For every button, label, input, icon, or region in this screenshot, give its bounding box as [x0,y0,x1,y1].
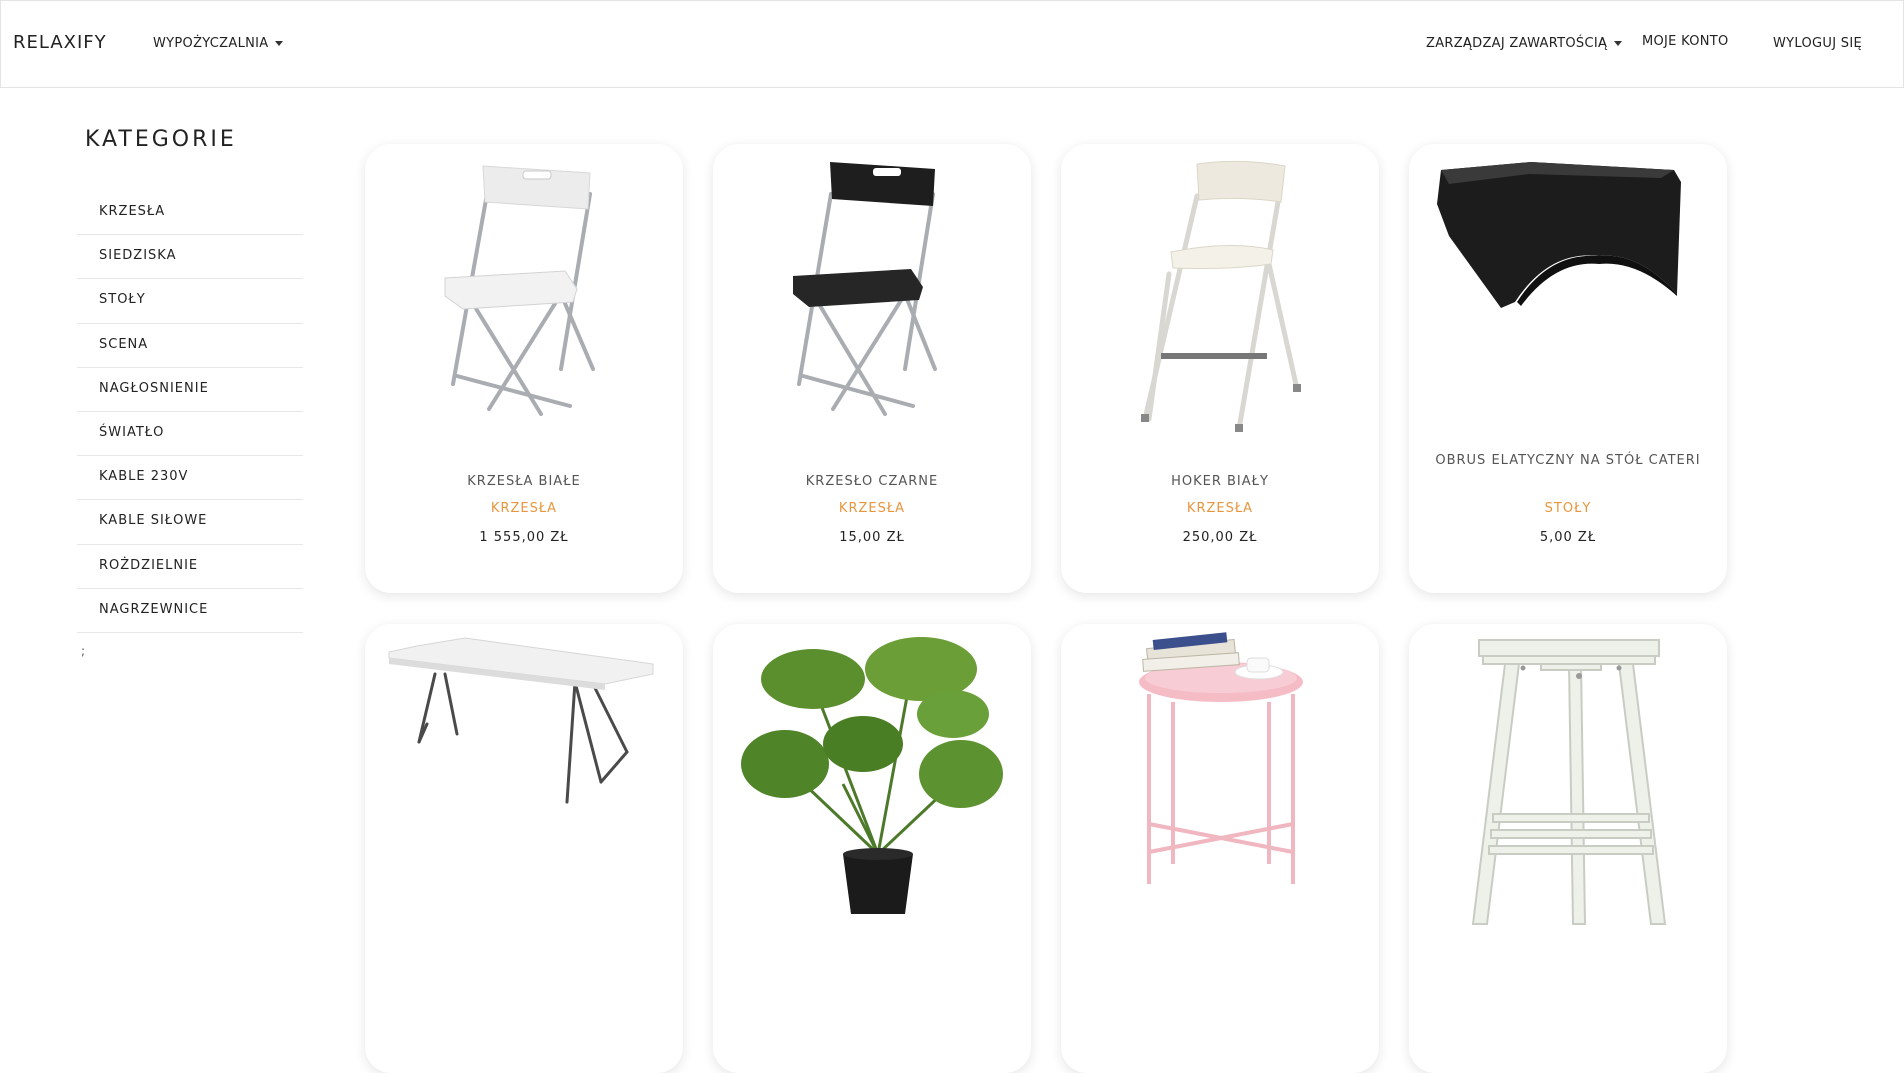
white-bar-stool-image [1141,160,1301,432]
top-navbar: RELAXIFY WYPOŻYCZALNIA ZARZĄDZAJ ZAWARTO… [0,0,1904,88]
sidebar-stray-text: ; [81,644,86,658]
product-card[interactable] [1061,624,1379,1073]
caret-down-icon [1614,41,1623,46]
white-folding-table-image [388,637,654,804]
product-card[interactable] [1409,624,1727,1073]
category-item-krzesla[interactable]: KRZESŁA [77,191,303,236]
category-item-kable-silowe[interactable]: KABLE SIŁOWE [77,500,303,545]
nav-manage-label: ZARZĄDZAJ ZAWARTOŚCIĄ [1426,36,1608,51]
product-card[interactable] [365,624,683,1073]
product-category: KRZESŁA [490,501,558,516]
product-card[interactable]: KRZESŁA BIAŁE KRZESŁA 1 555,00 ZŁ [365,144,683,593]
product-name: KRZESŁA BIAŁE [467,474,581,489]
product-category: KRZESŁA [1186,501,1254,516]
product-price: 15,00 ZŁ [839,530,905,545]
product-category: KRZESŁA [838,501,906,516]
nav-manage-content-dropdown[interactable]: ZARZĄDZAJ ZAWARTOŚCIĄ [1426,36,1623,51]
product-card[interactable]: HOKER BIAŁY KRZESŁA 250,00 ZŁ [1061,144,1379,593]
nav-rental-label: WYPOŻYCZALNIA [153,36,269,51]
category-list: KRZESŁA SIEDZISKA STOŁY SCENA NAGŁOSNIEN… [77,191,303,633]
white-folding-chair-image [444,165,595,416]
caret-down-icon [275,41,284,46]
nav-logout-link[interactable]: WYLOGUJ SIĘ [1773,36,1862,51]
product-price: 5,00 ZŁ [1539,530,1597,545]
category-item-naglosnienie[interactable]: NAGŁOSNIENIE [77,368,303,412]
black-folding-chair-image [793,162,937,416]
product-name: OBRUS ELATYCZNY NA STÓŁ CATERI [1435,453,1701,468]
nav-my-account-link[interactable]: MOJE KONTO [1642,34,1729,49]
product-name: KRZESŁO CZARNE [805,474,939,489]
black-stretch-tablecloth-image [1437,162,1681,308]
nav-rental-dropdown[interactable]: WYPOŻYCZALNIA [153,36,284,51]
product-price: 250,00 ZŁ [1182,530,1258,545]
product-card[interactable] [713,624,1031,1073]
product-price: 1 555,00 ZŁ [479,530,569,545]
category-item-scena[interactable]: SCENA [77,324,303,368]
product-card[interactable]: OBRUS ELATYCZNY NA STÓŁ CATERI STOŁY 5,0… [1409,144,1727,593]
category-item-rozdzielnie[interactable]: ROŻDZIELNIE [77,545,303,589]
categories-title: KATEGORIE [85,127,237,152]
product-category: STOŁY [1544,501,1592,516]
white-trestle-image [1471,639,1667,925]
category-item-nagrzewnice[interactable]: NAGRZEWNICE [77,589,303,633]
product-name: HOKER BIAŁY [1171,474,1269,489]
pink-side-table-image [1139,632,1303,884]
product-card[interactable]: KRZESŁO CZARNE KRZESŁA 15,00 ZŁ [713,144,1031,593]
potted-monstera-plant-image [741,637,1003,914]
category-item-stoly[interactable]: STOŁY [77,279,303,324]
brand-logo[interactable]: RELAXIFY [13,32,107,53]
category-item-swiatlo[interactable]: ŚWIATŁO [77,412,303,457]
category-item-kable-230v[interactable]: KABLE 230V [77,456,303,501]
category-item-siedziska[interactable]: SIEDZISKA [77,235,303,280]
